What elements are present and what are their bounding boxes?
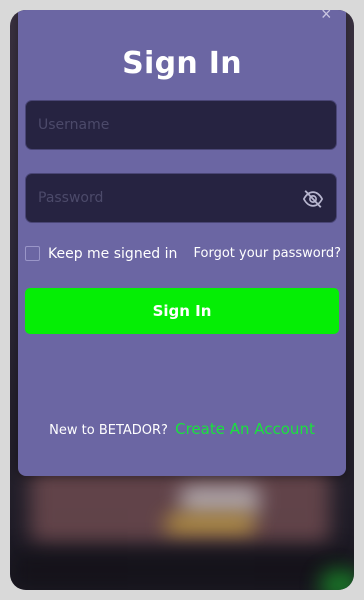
forgot-password-link[interactable]: Forgot your password? bbox=[193, 245, 341, 263]
background-bottom-nav bbox=[10, 550, 354, 590]
background-gold-button bbox=[165, 515, 255, 533]
eye-off-icon[interactable] bbox=[302, 188, 324, 210]
modal-title: Sign In bbox=[122, 46, 242, 81]
remember-label[interactable]: Keep me signed in bbox=[48, 245, 177, 263]
sign-in-modal: × Sign In Keep me signed in Forgot your … bbox=[18, 10, 346, 476]
remember-row: Keep me signed in Forgot your password? bbox=[25, 245, 341, 265]
password-field-wrapper bbox=[25, 173, 337, 223]
close-icon[interactable]: × bbox=[321, 10, 332, 24]
create-account-link[interactable]: Create An Account bbox=[175, 420, 315, 438]
background-graphic bbox=[180, 485, 260, 515]
password-input[interactable] bbox=[26, 174, 336, 222]
username-field-wrapper bbox=[25, 100, 337, 150]
remember-checkbox[interactable] bbox=[25, 246, 40, 261]
footer-prompt: New to BETADOR? bbox=[49, 423, 168, 438]
background-green-badge bbox=[320, 570, 354, 590]
create-account-footer: New to BETADOR? Create An Account bbox=[18, 420, 346, 438]
sign-in-button[interactable]: Sign In bbox=[25, 288, 339, 334]
app-screen: × Sign In Keep me signed in Forgot your … bbox=[10, 10, 354, 590]
username-input[interactable] bbox=[26, 101, 336, 149]
